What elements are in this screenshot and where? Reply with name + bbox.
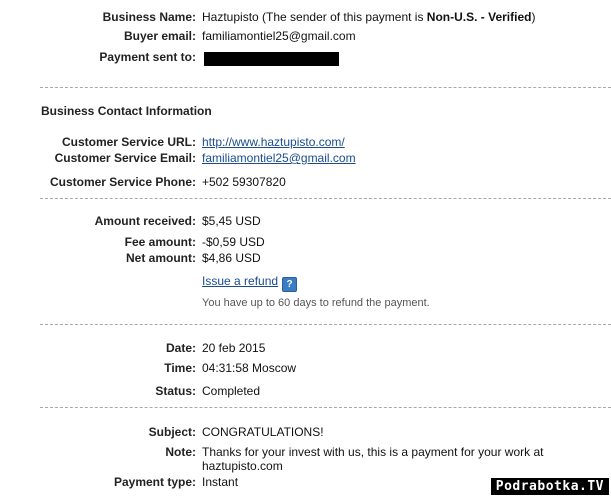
subject-label: Subject:: [148, 425, 196, 439]
issue-refund-link[interactable]: Issue a refund: [202, 274, 278, 288]
status-label: Status:: [155, 384, 196, 398]
separator: [40, 198, 611, 199]
business-name-text: Haztupisto: [202, 10, 259, 24]
fee-amount-value: -$0,59 USD: [202, 235, 265, 249]
payment-sent-label: Payment sent to:: [99, 50, 196, 64]
service-url-link[interactable]: http://www.haztupisto.com/: [202, 135, 345, 149]
payment-type-label: Payment type:: [113, 475, 196, 489]
sender-status: Non-U.S. - Verified: [426, 10, 532, 24]
subject-value: CONGRATULATIONS!: [202, 425, 324, 439]
status-value: Completed: [202, 384, 261, 398]
fee-amount-label: Fee amount:: [124, 235, 196, 249]
business-name-value: Haztupisto (The sender of this payment i…: [202, 9, 535, 25]
time-label: Time:: [164, 361, 196, 375]
service-email-link[interactable]: familiamontiel25@gmail.com: [202, 151, 356, 165]
separator: [40, 87, 611, 88]
amount-received-label: Amount received:: [94, 214, 196, 228]
amount-received-value: $5,45 USD: [202, 214, 261, 228]
note-line-2: haztupisto.com: [202, 459, 283, 473]
watermark-logo: Podrabotka.TV: [490, 478, 609, 495]
sender-note-post: ): [531, 10, 536, 24]
redacted-recipient: [204, 52, 339, 66]
time-value: 04:31:58 Moscow: [202, 361, 297, 375]
date-value: 20 feb 2015: [202, 341, 266, 355]
service-url-label: Customer Service URL:: [61, 135, 196, 149]
buyer-email-label: Buyer email:: [123, 29, 196, 43]
contact-section-title: Business Contact Information: [41, 104, 212, 118]
separator: [40, 324, 611, 325]
date-label: Date:: [165, 341, 196, 355]
buyer-email-value: familiamontiel25@gmail.com: [202, 29, 356, 43]
payment-type-value: Instant: [202, 475, 239, 489]
service-phone-label: Customer Service Phone:: [49, 175, 196, 189]
service-email-label: Customer Service Email:: [54, 151, 196, 165]
note-label: Note:: [165, 445, 196, 459]
help-icon[interactable]: ?: [282, 277, 298, 292]
separator: [40, 407, 611, 408]
net-amount-label: Net amount:: [126, 251, 196, 265]
refund-note: You have up to 60 days to refund the pay…: [202, 297, 430, 309]
sender-note-pre: (The sender of this payment is: [258, 10, 427, 24]
net-amount-value: $4,86 USD: [202, 251, 261, 265]
service-phone-value: +502 59307820: [202, 175, 286, 189]
business-name-label: Business Name:: [102, 10, 196, 24]
